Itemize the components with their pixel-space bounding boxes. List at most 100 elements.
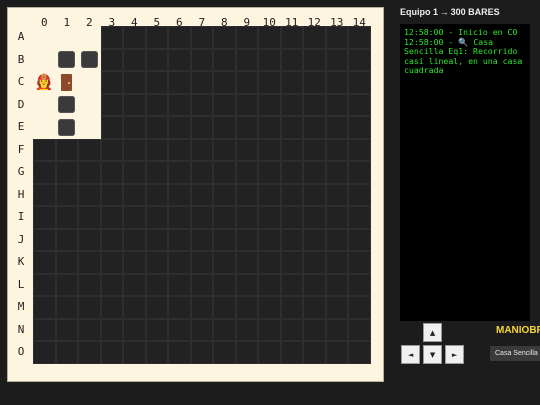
- move-up-button[interactable]: ▲: [423, 323, 442, 342]
- wall-icon: [80, 51, 98, 69]
- grid-cell: [303, 296, 326, 319]
- grid-cell: [168, 93, 191, 116]
- grid-cell: [168, 251, 191, 274]
- grid-cell: [168, 206, 191, 229]
- log-line: 12:58:00 - 🔍 Casa Sencilla Eq1: Recorrid…: [404, 36, 528, 76]
- move-left-button[interactable]: ◄: [401, 345, 420, 364]
- grid-cell: [235, 26, 258, 49]
- grid-cell: [190, 93, 213, 116]
- grid-cell: [348, 48, 371, 71]
- grid-cell: [213, 341, 236, 364]
- grid-cell: [55, 183, 78, 206]
- grid-cell: [280, 273, 303, 296]
- grid-cell: [78, 183, 101, 206]
- grid-cell: [303, 26, 326, 49]
- grid-cell: [303, 116, 326, 139]
- grid-cell: [280, 228, 303, 251]
- grid-cell: [100, 318, 123, 341]
- grid-cell: [100, 206, 123, 229]
- grid-cell: [100, 93, 123, 116]
- grid-cell: [190, 48, 213, 71]
- grid-cell: [100, 228, 123, 251]
- grid-cell: [145, 71, 168, 94]
- grid-cell: [123, 138, 146, 161]
- grid-cell: [280, 26, 303, 49]
- row-label: B: [17, 52, 25, 66]
- grid-cell: [258, 48, 281, 71]
- grid-cell: [280, 296, 303, 319]
- move-down-button[interactable]: ▼: [423, 345, 442, 364]
- grid-cell: [325, 251, 348, 274]
- grid-cell: [145, 93, 168, 116]
- grid-cell: [258, 341, 281, 364]
- grid-cell: [33, 296, 56, 319]
- grid-cell: [325, 71, 348, 94]
- move-right-button[interactable]: ►: [445, 345, 464, 364]
- grid-cell: [78, 71, 101, 94]
- grid-cell: [33, 273, 56, 296]
- grid-cell: [55, 318, 78, 341]
- grid-cell: [78, 161, 101, 184]
- scenario-button[interactable]: Casa Sencilla Eq1: [490, 346, 540, 361]
- row-label: J: [17, 232, 25, 246]
- grid-cell: [325, 296, 348, 319]
- grid-cell: [280, 206, 303, 229]
- grid-cell: [325, 206, 348, 229]
- grid-cell: [33, 138, 56, 161]
- grid-cell: [55, 206, 78, 229]
- grid-cell: [235, 228, 258, 251]
- grid-cell: [213, 251, 236, 274]
- grid-cell: [280, 116, 303, 139]
- row-label: C: [17, 75, 25, 88]
- game-board: 0 1 2 3 4 5 6 7 8 9 10 11 12 13 14 A B C D E F G H I J K L M N O 👩‍🚒: [7, 7, 384, 382]
- grid-cell: [168, 48, 191, 71]
- row-label: A: [17, 30, 25, 43]
- grid-cell: [55, 116, 78, 139]
- grid-cell: [55, 26, 78, 49]
- grid-cell: [235, 138, 258, 161]
- grid-cell: [78, 228, 101, 251]
- grid-cell: [33, 161, 56, 184]
- grid-cell: [348, 206, 371, 229]
- grid-cell: [33, 183, 56, 206]
- grid-cell: [190, 71, 213, 94]
- grid-cell: [145, 251, 168, 274]
- grid-cell: [325, 273, 348, 296]
- grid-cell: [303, 206, 326, 229]
- grid-cell: [325, 228, 348, 251]
- grid-cell: [235, 318, 258, 341]
- grid-cell: [348, 228, 371, 251]
- row-label: H: [17, 187, 25, 201]
- grid-cell: [33, 318, 56, 341]
- grid-cell: [348, 296, 371, 319]
- grid-cell: [168, 138, 191, 161]
- grid-cell: [280, 183, 303, 206]
- grid-cell: [145, 138, 168, 161]
- grid-cell: [348, 273, 371, 296]
- grid-cell: [55, 228, 78, 251]
- grid-cell: [168, 26, 191, 49]
- grid-cell: [123, 116, 146, 139]
- grid-cell: [348, 138, 371, 161]
- grid-cell: [145, 318, 168, 341]
- grid-cell: [325, 183, 348, 206]
- grid-cell: [78, 206, 101, 229]
- firefighter-icon: 👩‍🚒: [34, 72, 54, 91]
- grid-cell: [325, 318, 348, 341]
- grid-cell: [235, 93, 258, 116]
- grid-cell: [280, 251, 303, 274]
- row-label: O: [17, 345, 25, 358]
- grid-cell: [303, 228, 326, 251]
- grid-cell: [55, 251, 78, 274]
- grid-cell: [303, 273, 326, 296]
- grid-cell: [348, 26, 371, 49]
- grid-cell: [258, 71, 281, 94]
- grid-cell: [325, 48, 348, 71]
- grid-cell: [145, 161, 168, 184]
- grid-cell: [325, 26, 348, 49]
- grid-cell: [303, 71, 326, 94]
- grid-cell: [123, 273, 146, 296]
- grid-cell: [325, 341, 348, 364]
- grid-cell: [145, 48, 168, 71]
- grid-cell: [33, 48, 56, 71]
